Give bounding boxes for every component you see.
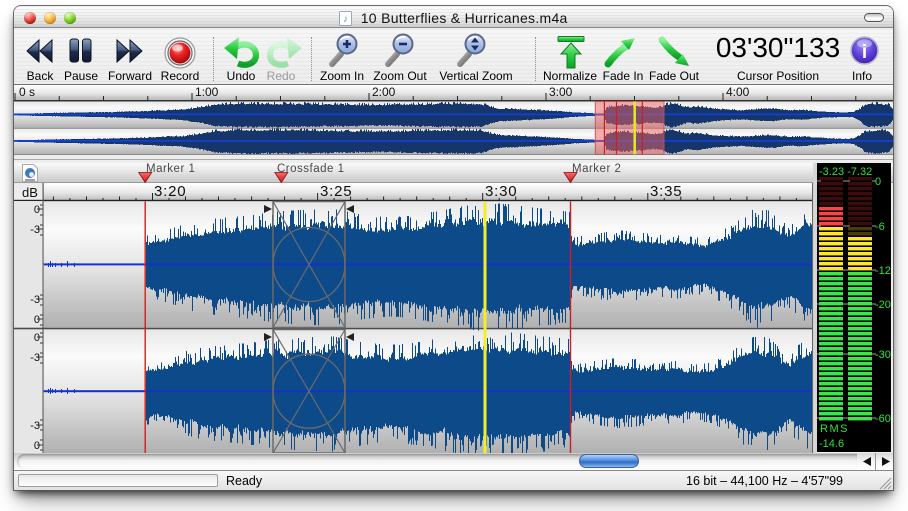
svg-text:1:00: 1:00 [195, 85, 219, 99]
svg-text:0: 0 [34, 332, 40, 344]
svg-text:-20: -20 [875, 299, 891, 311]
svg-text:i: i [862, 42, 867, 63]
svg-text:-60: -60 [875, 413, 891, 425]
svg-text:3:35: 3:35 [650, 183, 682, 200]
svg-text:-3: -3 [30, 294, 40, 306]
svg-text:-3: -3 [30, 352, 40, 364]
svg-text:0 s: 0 s [19, 85, 35, 99]
svg-text:0: 0 [875, 176, 881, 188]
svg-text:3:00: 3:00 [549, 85, 573, 99]
svg-text:-12: -12 [875, 265, 891, 277]
svg-text:-30: -30 [875, 349, 891, 361]
svg-text:0: 0 [34, 204, 40, 216]
svg-text:-6: -6 [875, 221, 885, 233]
svg-text:3:25: 3:25 [320, 183, 352, 200]
svg-text:RMS: RMS [820, 423, 849, 435]
svg-text:0: 0 [34, 314, 40, 326]
svg-text:0: 0 [34, 440, 40, 452]
svg-text:2:00: 2:00 [372, 85, 396, 99]
svg-text:dB: dB [22, 185, 38, 200]
svg-text:3:30: 3:30 [485, 183, 517, 200]
svg-text:4:00: 4:00 [726, 85, 750, 99]
svg-text:Marker 2: Marker 2 [572, 163, 621, 175]
svg-text:3:20: 3:20 [154, 183, 186, 200]
svg-text:Marker 1: Marker 1 [146, 163, 195, 175]
svg-text:-3.23 -7.32: -3.23 -7.32 [819, 166, 872, 178]
svg-text:Crossfade 1: Crossfade 1 [277, 163, 345, 175]
svg-text:♪: ♪ [343, 14, 348, 25]
svg-text:-3: -3 [30, 224, 40, 236]
svg-text:-14.6: -14.6 [819, 438, 844, 450]
svg-text:-3: -3 [30, 420, 40, 432]
